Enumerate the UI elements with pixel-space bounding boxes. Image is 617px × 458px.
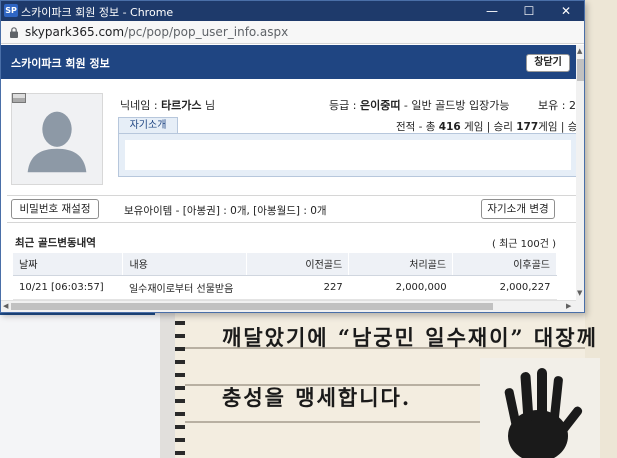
table-row: 10/21 [06:03:57] 일수재이로부터 선물받음 227 2,000,… (13, 275, 557, 300)
record-total: 416 (438, 121, 461, 133)
scroll-right-icon[interactable]: ▶ (566, 302, 571, 310)
url-path: /pc/pop/pop_user_info.aspx (124, 25, 289, 39)
lock-icon (10, 27, 18, 38)
grade-label: 등급 : (329, 99, 360, 112)
background-divider (160, 310, 175, 458)
profile-photo (11, 93, 103, 185)
handwriting-line-1: 깨달았기에 “남궁민 일수재이” 대장께 (222, 325, 598, 350)
col-after: 이후골드 (452, 253, 557, 276)
vertical-scrollbar[interactable]: ▲ ▼ (576, 45, 584, 312)
address-bar[interactable]: skypark365.com/pc/pop/pop_user_info.aspx (1, 21, 584, 44)
record-prefix: 전적 - 총 (396, 121, 439, 133)
handprint-image (480, 358, 600, 458)
nickname-value: 타르가스 (161, 99, 202, 112)
popup-window: SP 스카이파크 회원 정보 - Chrome — ☐ ✕ skypark365… (0, 0, 585, 313)
avatar-icon (27, 111, 87, 173)
app-logo-icon: SP (4, 4, 18, 17)
notebook-spiral (175, 312, 185, 458)
reset-password-button[interactable]: 비밀번호 재설정 (11, 199, 99, 219)
history-title: 최근 골드변동내역 (15, 237, 96, 249)
col-content: 내용 (122, 253, 248, 276)
history-header-row: 날짜 내용 이전골드 처리골드 이후골드 (13, 253, 557, 276)
nickname-line: 닉네임 : 타르가스 님 (120, 97, 215, 113)
page-header: 스카이파크 회원 정보 창닫기 (1, 45, 576, 79)
col-amount: 처리골드 (348, 253, 454, 276)
col-date: 날짜 (13, 253, 124, 276)
record-suffix: 게임 | 승 (538, 121, 576, 133)
window-title: 스카이파크 회원 정보 - Chrome (21, 6, 174, 19)
minimize-icon[interactable]: — (474, 1, 510, 21)
scroll-down-icon[interactable]: ▼ (577, 289, 582, 297)
holdings-text: 보유 : 2 (538, 99, 576, 112)
col-before: 이전골드 (246, 253, 350, 276)
history-recent-note: ( 최근 100건 ) (492, 239, 557, 250)
horizontal-scroll-thumb[interactable] (11, 303, 493, 310)
flag-icon (12, 93, 26, 103)
grade-line: 등급 : 은이중띠 - 일반 골드방 입장가능 (329, 97, 509, 113)
tab-intro[interactable]: 자기소개 (118, 117, 178, 133)
row-after: 2,000,227 (452, 275, 557, 300)
row-amount: 2,000,000 (348, 275, 453, 300)
row-content: 일수재이로부터 선물받음 (122, 275, 247, 300)
maximize-icon[interactable]: ☐ (511, 1, 547, 21)
page-title: 스카이파크 회원 정보 (11, 57, 110, 70)
history-table: 날짜 내용 이전골드 처리골드 이후골드 10/21 [06:03:57] 일수… (13, 253, 557, 300)
scroll-left-icon[interactable]: ◀ (3, 302, 8, 310)
grade-value: 은이중띠 (359, 99, 401, 112)
horizontal-scrollbar[interactable]: ◀ ▶ (1, 300, 576, 312)
edit-intro-button[interactable]: 자기소개 변경 (481, 199, 555, 219)
window-titlebar: SP 스카이파크 회원 정보 - Chrome — ☐ ✕ (1, 1, 584, 21)
items-text: 보유아이템 - [아봉권] : 0개, [아봉월드] : 0개 (124, 205, 327, 217)
nickname-label: 닉네임 : (120, 99, 162, 112)
profile-section: 닉네임 : 타르가스 님 등급 : 은이중띠 - 일반 골드방 입장가능 보유 … (7, 85, 576, 185)
row-date: 10/21 [06:03:57] (13, 275, 123, 300)
intro-textbox (118, 133, 576, 177)
grade-note: - 일반 골드방 입장가능 (400, 99, 510, 112)
handwriting-line-2: 충성을 맹세합니다. (222, 385, 412, 410)
record-wins: 177 (516, 121, 539, 133)
row-before: 227 (246, 275, 349, 300)
url-text[interactable]: skypark365.com/pc/pop/pop_user_info.aspx (25, 25, 288, 39)
record-line: 전적 - 총 416 게임 | 승리 177게임 | 승 (396, 119, 576, 134)
vertical-scroll-thumb[interactable] (577, 59, 584, 81)
popup-content: 스카이파크 회원 정보 창닫기 닉네임 : 타르가스 님 등급 : 은이중띠 -… (1, 45, 576, 300)
actions-row: 비밀번호 재설정 보유아이템 - [아봉권] : 0개, [아봉월드] : 0개… (7, 195, 576, 223)
nickname-suffix: 님 (201, 99, 216, 112)
close-window-icon[interactable]: ✕ (548, 1, 584, 21)
record-mid: 게임 | 승리 (460, 121, 517, 133)
scroll-up-icon[interactable]: ▲ (577, 47, 582, 55)
background-left-panel (0, 310, 160, 458)
close-button[interactable]: 창닫기 (526, 54, 570, 72)
url-domain: skypark365.com (25, 25, 125, 39)
